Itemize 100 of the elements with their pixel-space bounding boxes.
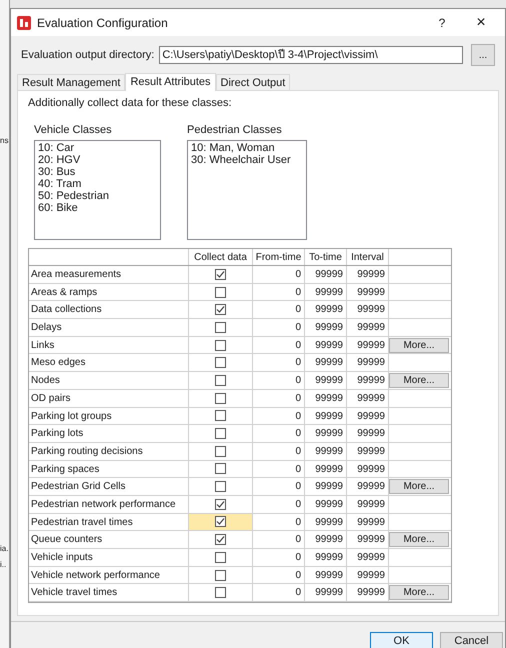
more-button[interactable]: More... <box>389 338 449 353</box>
checkbox[interactable] <box>215 516 226 528</box>
browse-button[interactable]: ... <box>471 44 495 66</box>
tab[interactable]: Result Management <box>17 74 126 90</box>
list-item[interactable]: 10: Man, Woman <box>191 142 303 154</box>
checkbox[interactable] <box>215 374 226 386</box>
window-fragment-text: ia. <box>0 544 9 554</box>
list-item[interactable]: 10: Car <box>38 142 157 154</box>
checkbox[interactable] <box>215 304 226 316</box>
window-fragment-text: ns <box>0 136 9 146</box>
window-fragment-text: i.. <box>0 560 8 570</box>
table-cell: 99999 <box>305 514 347 530</box>
table-cell: 99999 <box>347 549 389 566</box>
table-cell: 0 <box>253 301 305 318</box>
table-cell: 99999 <box>305 319 347 336</box>
table-cell: 0 <box>253 531 305 548</box>
table-cell: 99999 <box>347 566 389 584</box>
list-item[interactable]: 40: Tram <box>38 178 157 190</box>
app-logo-icon <box>17 16 31 30</box>
dialog-button[interactable]: Cancel <box>440 632 503 648</box>
table-cell: 0 <box>253 390 305 406</box>
window-title: Evaluation Configuration <box>37 14 169 32</box>
table-cell: 0 <box>253 496 305 513</box>
table-cell: 0 <box>253 584 305 602</box>
table-cell: Data collections <box>29 301 189 318</box>
table-cell: Vehicle inputs <box>29 549 189 566</box>
table-cell: 99999 <box>347 425 389 442</box>
table-cell: 99999 <box>305 354 347 372</box>
tab[interactable]: Direct Output <box>216 74 290 90</box>
table-cell: 0 <box>253 354 305 372</box>
list-item[interactable]: 30: Bus <box>38 166 157 178</box>
table-cell: Delays <box>29 319 189 336</box>
table-cell: 99999 <box>305 478 347 495</box>
table-cell: Vehicle network performance <box>29 566 189 584</box>
table-cell: 99999 <box>305 460 347 478</box>
list-item[interactable]: 30: Wheelchair User <box>191 154 303 166</box>
table-cell: Parking lots <box>29 425 189 442</box>
table-cell: 99999 <box>347 266 389 283</box>
table-cell: 0 <box>253 336 305 354</box>
table-cell: 99999 <box>347 354 389 372</box>
table-cell: 99999 <box>305 266 347 283</box>
checkbox[interactable] <box>215 587 226 598</box>
column-header: From-time <box>253 249 305 265</box>
table-cell: 0 <box>253 319 305 336</box>
tab[interactable]: Result Attributes <box>125 73 216 91</box>
column-header: To-time <box>305 249 347 265</box>
table-cell: 99999 <box>347 390 389 406</box>
checkbox[interactable] <box>215 446 226 457</box>
checkbox[interactable] <box>215 498 226 510</box>
column-header: Interval <box>347 249 389 265</box>
table-cell: 0 <box>253 566 305 584</box>
table-cell: 99999 <box>347 514 389 530</box>
checkbox[interactable] <box>215 481 226 492</box>
list-item[interactable]: 60: Bike <box>38 202 157 214</box>
checkbox[interactable] <box>215 286 226 298</box>
list-item[interactable]: 50: Pedestrian <box>38 190 157 202</box>
table-cell: 99999 <box>305 531 347 548</box>
checkbox[interactable] <box>215 463 226 474</box>
vehicle-class-list[interactable]: 10: Car 20: HGV 30: Bus 40: Tram 50: Pedestrian 60: Bike <box>34 140 161 240</box>
checkbox[interactable] <box>215 428 226 440</box>
more-button[interactable]: More... <box>389 372 449 388</box>
list-title: Pedestrian Classes <box>187 122 283 138</box>
checkbox[interactable] <box>215 268 226 280</box>
table-cell: Nodes <box>29 372 189 389</box>
checkbox[interactable] <box>215 340 226 351</box>
dialog-button[interactable]: OK <box>370 632 433 648</box>
table-cell: 99999 <box>347 301 389 318</box>
more-button[interactable]: More... <box>389 479 449 494</box>
table-cell: 99999 <box>305 496 347 513</box>
checkbox[interactable] <box>215 552 226 563</box>
table-cell: 99999 <box>347 460 389 478</box>
list-item[interactable]: 20: HGV <box>38 154 157 166</box>
table-cell: Vehicle travel times <box>29 584 189 602</box>
table-cell: 99999 <box>347 496 389 513</box>
table-cell: 99999 <box>305 549 347 566</box>
table-cell: 99999 <box>305 425 347 442</box>
table-cell: 0 <box>253 372 305 389</box>
section-heading: Additionally collect data for these classes: <box>28 96 233 111</box>
table-cell: 0 <box>253 442 305 460</box>
checkbox[interactable] <box>215 322 226 333</box>
checkbox[interactable] <box>215 570 226 581</box>
close-button[interactable]: × <box>463 10 499 34</box>
table-cell: Parking spaces <box>29 460 189 478</box>
table-cell: 0 <box>253 266 305 283</box>
table-cell: Parking routing decisions <box>29 442 189 460</box>
checkbox[interactable] <box>215 392 226 404</box>
more-button[interactable]: More... <box>389 585 449 600</box>
table-cell: Areas & ramps <box>29 284 189 300</box>
table-cell: 99999 <box>305 336 347 354</box>
table-cell: 99999 <box>347 284 389 300</box>
checkbox[interactable] <box>215 534 226 546</box>
more-button[interactable]: More... <box>389 532 449 548</box>
table-cell: 0 <box>253 549 305 566</box>
checkbox[interactable] <box>215 410 226 422</box>
help-button[interactable]: ? <box>427 14 457 32</box>
checkbox[interactable] <box>215 357 226 368</box>
directory-field[interactable]: C:\Users\patiy\Desktop\ปี 3-4\Project\vissim\ <box>159 46 463 64</box>
table-cell: Pedestrian network performance <box>29 496 189 513</box>
pedestrian-class-list[interactable]: 10: Man, Woman 30: Wheelchair User <box>187 140 307 240</box>
table-cell: 99999 <box>305 442 347 460</box>
